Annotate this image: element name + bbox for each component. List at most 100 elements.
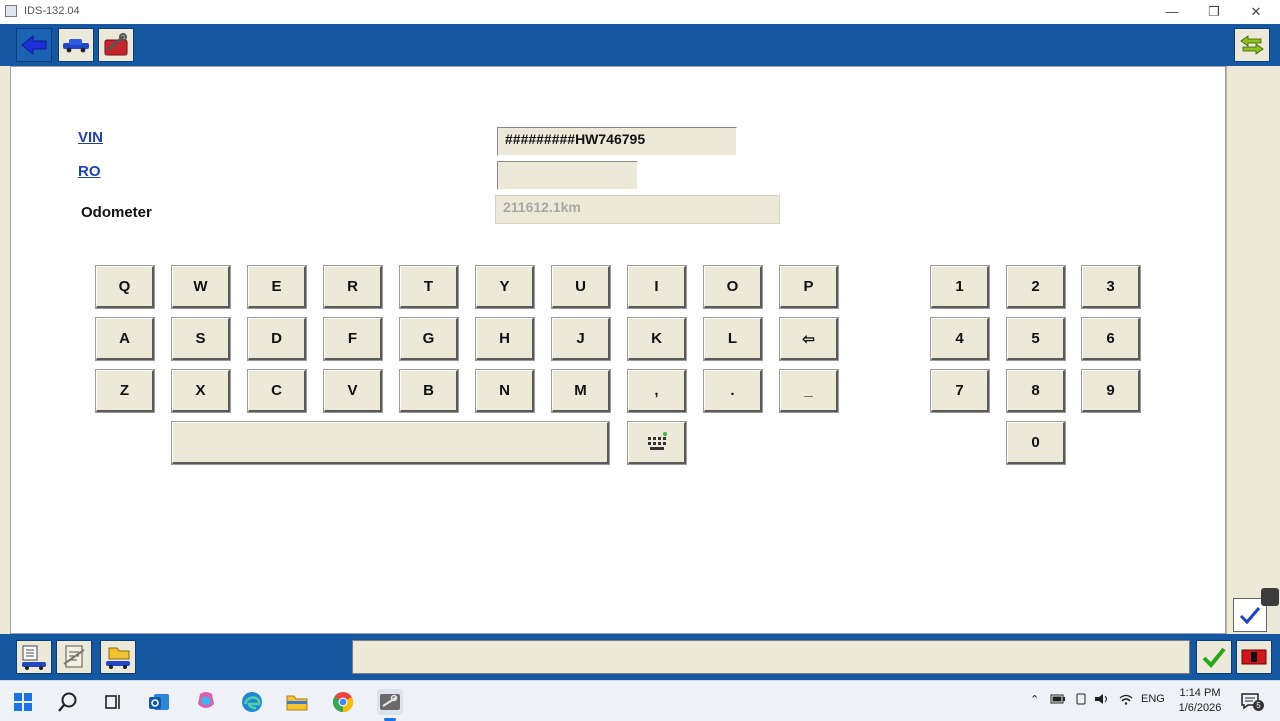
status-bar-field: [352, 640, 1190, 674]
vehicle-icon: [63, 39, 89, 53]
vin-label[interactable]: VIN: [78, 129, 103, 146]
toolbox-icon: [104, 33, 128, 56]
key-m[interactable]: M: [551, 369, 611, 413]
key-a[interactable]: A: [95, 317, 155, 361]
accept-button[interactable]: [1196, 640, 1232, 674]
key-h[interactable]: H: [475, 317, 535, 361]
bottom-toolbar: [0, 634, 1280, 680]
tray-language[interactable]: ENG: [1141, 693, 1165, 705]
key-comma[interactable]: ,: [627, 369, 687, 413]
folder-icon: [286, 695, 308, 711]
key-d[interactable]: D: [247, 317, 307, 361]
vehicle-session-icon: [22, 645, 46, 670]
key-9[interactable]: 9: [1081, 369, 1141, 413]
report-document-icon: [63, 645, 85, 668]
ro-label[interactable]: RO: [78, 163, 101, 180]
search-icon: [58, 692, 77, 712]
back-button[interactable]: [16, 28, 52, 62]
key-z[interactable]: Z: [95, 369, 155, 413]
key-x[interactable]: X: [171, 369, 231, 413]
chrome-icon: [332, 692, 354, 713]
key-l[interactable]: L: [703, 317, 763, 361]
key-r[interactable]: R: [323, 265, 383, 309]
toolbox-tab-button[interactable]: [98, 28, 134, 62]
key-backspace[interactable]: ⇦: [779, 317, 839, 361]
key-space[interactable]: [171, 421, 610, 465]
overlay-minimize-icon[interactable]: [1261, 588, 1279, 606]
key-2[interactable]: 2: [1006, 265, 1066, 309]
key-keyboard-toggle[interactable]: [627, 421, 687, 465]
red-stop-icon: [1241, 649, 1267, 665]
key-4[interactable]: 4: [930, 317, 990, 361]
key-6[interactable]: 6: [1081, 317, 1141, 361]
key-w[interactable]: W: [171, 265, 231, 309]
tray-wifi-icon[interactable]: [1118, 693, 1134, 708]
tray-time: 1:14 PM: [1179, 687, 1221, 699]
mail-app-icon: [149, 694, 169, 710]
left-border: [0, 66, 10, 634]
swap-button[interactable]: [1234, 28, 1270, 62]
exit-button[interactable]: [1236, 640, 1272, 674]
taskbar-copilot[interactable]: [193, 689, 219, 715]
swap-arrows-icon: [1240, 35, 1264, 55]
key-y[interactable]: Y: [475, 265, 535, 309]
start-button[interactable]: [10, 689, 36, 715]
odometer-label: Odometer: [81, 204, 152, 221]
key-i[interactable]: I: [627, 265, 687, 309]
taskbar-chrome[interactable]: [330, 689, 356, 715]
tray-chevron-up-icon[interactable]: ⌃: [1030, 693, 1039, 706]
key-7[interactable]: 7: [930, 369, 990, 413]
vehicle-tab-button[interactable]: [58, 28, 94, 62]
report-button[interactable]: [56, 640, 92, 674]
key-g[interactable]: G: [399, 317, 459, 361]
tray-clock[interactable]: 1:14 PM 1/6/2026: [1168, 686, 1232, 716]
key-5[interactable]: 5: [1006, 317, 1066, 361]
green-check-icon: [1202, 647, 1226, 668]
key-period[interactable]: .: [703, 369, 763, 413]
key-f[interactable]: F: [323, 317, 383, 361]
key-p[interactable]: P: [779, 265, 839, 309]
tray-battery-icon[interactable]: [1050, 693, 1066, 708]
taskbar-file-explorer[interactable]: [284, 689, 310, 715]
tray-volume-icon[interactable]: [1094, 693, 1110, 708]
key-b[interactable]: B: [399, 369, 459, 413]
window-title: IDS-132.04: [24, 5, 80, 17]
session-button[interactable]: [16, 640, 52, 674]
key-v[interactable]: V: [323, 369, 383, 413]
key-0[interactable]: 0: [1006, 421, 1066, 465]
key-o[interactable]: O: [703, 265, 763, 309]
ids-app-icon: [380, 694, 400, 710]
key-8[interactable]: 8: [1006, 369, 1066, 413]
minimize-button[interactable]: —: [1152, 2, 1192, 22]
key-k[interactable]: K: [627, 317, 687, 361]
taskbar-search-button[interactable]: [55, 689, 81, 715]
odometer-field: 211612.1km: [495, 195, 780, 224]
restore-button[interactable]: ❐: [1194, 2, 1234, 22]
notification-center-button[interactable]: 5: [1240, 691, 1264, 711]
key-underscore[interactable]: _: [779, 369, 839, 413]
main-panel: VIN RO Odometer #########HW746795 211612…: [10, 66, 1226, 634]
taskbar-ids-app[interactable]: [377, 689, 403, 715]
key-e[interactable]: E: [247, 265, 307, 309]
top-toolbar: [0, 24, 1280, 66]
key-q[interactable]: Q: [95, 265, 155, 309]
key-1[interactable]: 1: [930, 265, 990, 309]
key-j[interactable]: J: [551, 317, 611, 361]
tray-device-icon[interactable]: [1074, 693, 1088, 708]
open-session-button[interactable]: [100, 640, 136, 674]
key-n[interactable]: N: [475, 369, 535, 413]
ro-field[interactable]: [497, 161, 638, 190]
notification-count-badge: 5: [1253, 700, 1264, 711]
close-button[interactable]: ✕: [1236, 2, 1276, 22]
back-arrow-icon: [21, 34, 47, 56]
taskbar-outlook[interactable]: [146, 689, 172, 715]
key-s[interactable]: S: [171, 317, 231, 361]
vin-field[interactable]: #########HW746795: [497, 127, 737, 156]
taskbar-edge[interactable]: [239, 689, 265, 715]
task-view-button[interactable]: [100, 689, 126, 715]
key-t[interactable]: T: [399, 265, 459, 309]
edge-browser-icon: [242, 692, 262, 712]
key-u[interactable]: U: [551, 265, 611, 309]
key-3[interactable]: 3: [1081, 265, 1141, 309]
key-c[interactable]: C: [247, 369, 307, 413]
